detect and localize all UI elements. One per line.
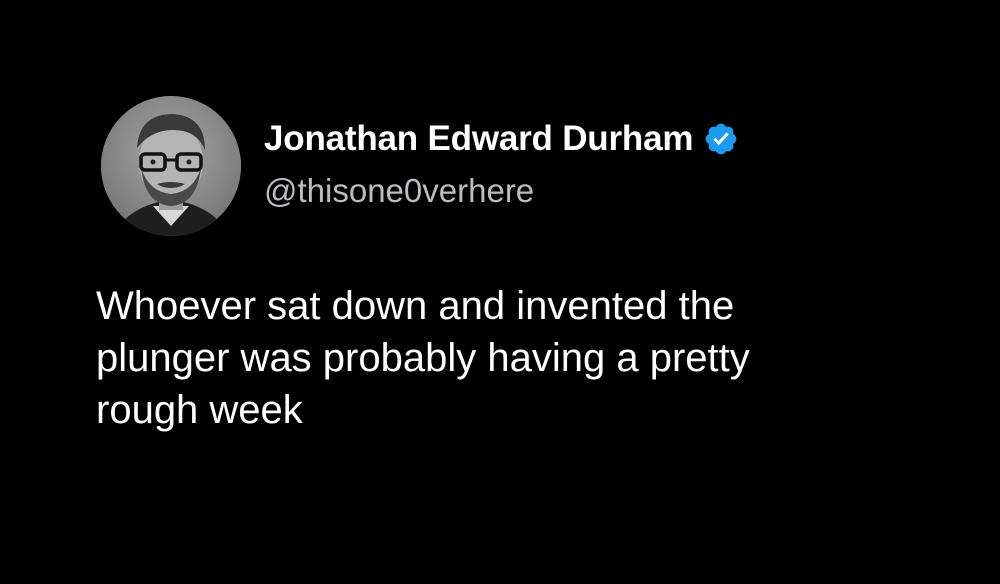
tweet-text-line: rough week xyxy=(96,388,303,432)
avatar[interactable] xyxy=(101,96,241,236)
tweet-text-line: plunger was probably having a pretty xyxy=(96,336,750,380)
author-display-name[interactable]: Jonathan Edward Durham xyxy=(264,119,693,159)
author-name-row: Jonathan Edward Durham xyxy=(264,114,739,164)
tweet-card: Jonathan Edward Durham @thisone0verhere … xyxy=(0,0,1000,584)
author-handle[interactable]: @thisone0verhere xyxy=(264,172,534,210)
profile-photo xyxy=(101,96,241,236)
tweet-text: Whoever sat down and invented the plunge… xyxy=(96,280,956,436)
verified-badge-icon xyxy=(703,121,739,157)
tweet-text-line: Whoever sat down and invented the xyxy=(96,284,735,328)
